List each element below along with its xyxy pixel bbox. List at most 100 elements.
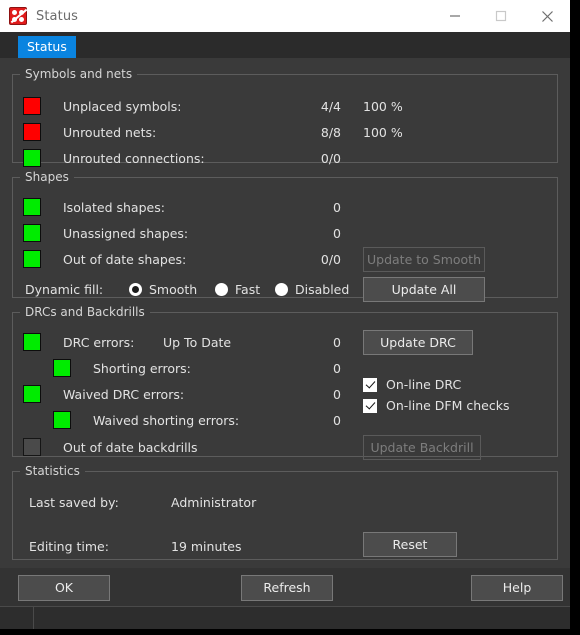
status-bar [0, 606, 570, 629]
checkbox-indicator [363, 377, 377, 392]
value-shorting-errors: 0 [333, 360, 341, 376]
row-out-of-date-backdrills: Out of date backdrills Update Backdrill [23, 433, 547, 461]
label-last-saved-by: Last saved by: [29, 494, 119, 510]
group-symbols-and-nets: Symbols and nets Unplaced symbols: 4/4 1… [12, 67, 558, 167]
update-all-button[interactable]: Update All [363, 276, 485, 302]
group-statistics: Statistics Last saved by: Administrator … [12, 464, 558, 560]
value-unplaced-symbols: 4/4 [320, 98, 341, 114]
value-isolated-shapes: 0 [333, 199, 341, 215]
percent-unplaced-symbols: 100 % [363, 98, 403, 114]
checkbox-label-online-dfm: On-line DFM checks [386, 398, 510, 413]
checkbox-label-online-drc: On-line DRC [386, 377, 462, 392]
radio-label-fast: Fast [235, 281, 261, 297]
status-indicator-red [23, 97, 41, 115]
ok-button[interactable]: OK [18, 575, 110, 601]
status-indicator-off [23, 438, 41, 456]
group-title-drcs-and-backdrills: DRCs and Backdrills [25, 305, 145, 319]
reset-button[interactable]: Reset [363, 532, 457, 557]
radio-indicator [129, 282, 142, 296]
value-editing-time: 19 minutes [171, 538, 242, 554]
update-drc-button[interactable]: Update DRC [363, 329, 473, 355]
group-title-statistics: Statistics [25, 464, 80, 478]
label-isolated-shapes: Isolated shapes: [63, 199, 165, 215]
close-icon[interactable] [524, 0, 570, 32]
radio-label-disabled: Disabled [295, 281, 350, 297]
row-unassigned-shapes: Unassigned shapes: 0 [23, 220, 547, 246]
minimize-icon[interactable] [432, 0, 478, 32]
update-to-smooth-button[interactable]: Update to Smooth [363, 246, 485, 272]
row-unplaced-symbols: Unplaced symbols: 4/4 100 % [23, 93, 547, 119]
checkbox-online-drc[interactable]: On-line DRC [363, 377, 461, 392]
row-out-of-date-shapes: Out of date shapes: 0/0 Update to Smooth [23, 246, 547, 272]
value-unrouted-nets: 8/8 [320, 124, 341, 140]
label-out-of-date-backdrills: Out of date backdrills [63, 439, 198, 455]
radio-indicator [215, 282, 228, 296]
state-drc-errors: Up To Date [163, 334, 232, 350]
row-drc-errors: DRC errors: Up To Date 0 Update DRC [23, 329, 547, 355]
label-waived-shorting-errors: Waived shorting errors: [93, 412, 240, 428]
window-edge-bottom [0, 629, 580, 635]
status-bar-cell-main [34, 607, 570, 629]
row-isolated-shapes: Isolated shapes: 0 [23, 194, 547, 220]
row-last-saved-by: Last saved by: Administrator [23, 486, 547, 518]
value-drc-errors: 0 [333, 334, 341, 350]
group-drcs-and-backdrills: DRCs and Backdrills DRC errors: Up To Da… [12, 305, 558, 460]
radio-label-smooth: Smooth [149, 281, 198, 297]
radio-dynamic-fill-fast[interactable]: Fast [215, 282, 260, 297]
refresh-button[interactable]: Refresh [241, 575, 333, 601]
status-indicator-green [23, 250, 41, 268]
label-unrouted-nets: Unrouted nets: [63, 124, 157, 140]
value-unrouted-connections: 0/0 [320, 150, 341, 166]
tab-status[interactable]: Status [18, 36, 76, 58]
row-editing-time: Editing time: 19 minutes Reset [23, 530, 547, 562]
label-dynamic-fill: Dynamic fill: [25, 281, 104, 297]
label-unplaced-symbols: Unplaced symbols: [63, 98, 182, 114]
dynamic-fill-row: Dynamic fill: Smooth Fast Disabled Updat… [23, 276, 547, 302]
status-indicator-green [23, 385, 41, 403]
label-unrouted-connections: Unrouted connections: [63, 150, 205, 166]
row-unrouted-connections: Unrouted connections: 0/0 [23, 145, 547, 171]
window-edge-right [570, 0, 580, 635]
status-indicator-green [23, 224, 41, 242]
maximize-icon[interactable] [478, 0, 524, 32]
label-shorting-errors: Shorting errors: [93, 360, 191, 376]
label-editing-time: Editing time: [29, 538, 109, 554]
value-last-saved-by: Administrator [171, 494, 257, 510]
label-out-of-date-shapes: Out of date shapes: [63, 251, 187, 267]
percent-unrouted-nets: 100 % [363, 124, 403, 140]
value-waived-drc-errors: 0 [333, 386, 341, 402]
checkbox-indicator [363, 398, 377, 413]
dialog-body: Symbols and nets Unplaced symbols: 4/4 1… [0, 58, 570, 568]
value-unassigned-shapes: 0 [333, 225, 341, 241]
radio-indicator [275, 282, 288, 296]
label-waived-drc-errors: Waived DRC errors: [63, 386, 185, 402]
window-title: Status [36, 8, 79, 24]
label-drc-errors: DRC errors: [63, 334, 135, 350]
dialog-button-bar: OK Refresh Help [0, 568, 570, 606]
title-bar: Status [0, 0, 570, 32]
radio-dynamic-fill-smooth[interactable]: Smooth [129, 282, 197, 297]
status-indicator-green [53, 359, 71, 377]
group-title-symbols-and-nets: Symbols and nets [25, 67, 133, 81]
value-waived-shorting-errors: 0 [333, 412, 341, 428]
row-unrouted-nets: Unrouted nets: 8/8 100 % [23, 119, 547, 145]
status-app-icon [9, 7, 28, 25]
label-unassigned-shapes: Unassigned shapes: [63, 225, 189, 241]
group-shapes: Shapes Isolated shapes: 0 Unassigned sha… [12, 170, 558, 302]
help-button[interactable]: Help [471, 575, 563, 601]
radio-dynamic-fill-disabled[interactable]: Disabled [275, 282, 349, 297]
status-indicator-red [23, 123, 41, 141]
value-out-of-date-shapes: 0/0 [320, 251, 341, 267]
status-indicator-green [23, 333, 41, 351]
status-indicator-green [23, 198, 41, 216]
row-shorting-errors: Shorting errors: 0 [23, 355, 547, 381]
status-indicator-green [53, 411, 71, 429]
update-backdrill-button[interactable]: Update Backdrill [363, 434, 481, 460]
tab-strip: Status [0, 32, 570, 58]
checkbox-online-dfm-checks[interactable]: On-line DFM checks [363, 398, 510, 413]
status-dialog-window: Status Status Symbols and nets Unplaced … [0, 0, 570, 629]
status-indicator-green [23, 149, 41, 167]
window-controls [432, 0, 570, 32]
group-title-shapes: Shapes [25, 170, 69, 184]
status-bar-cell-left [0, 607, 34, 629]
